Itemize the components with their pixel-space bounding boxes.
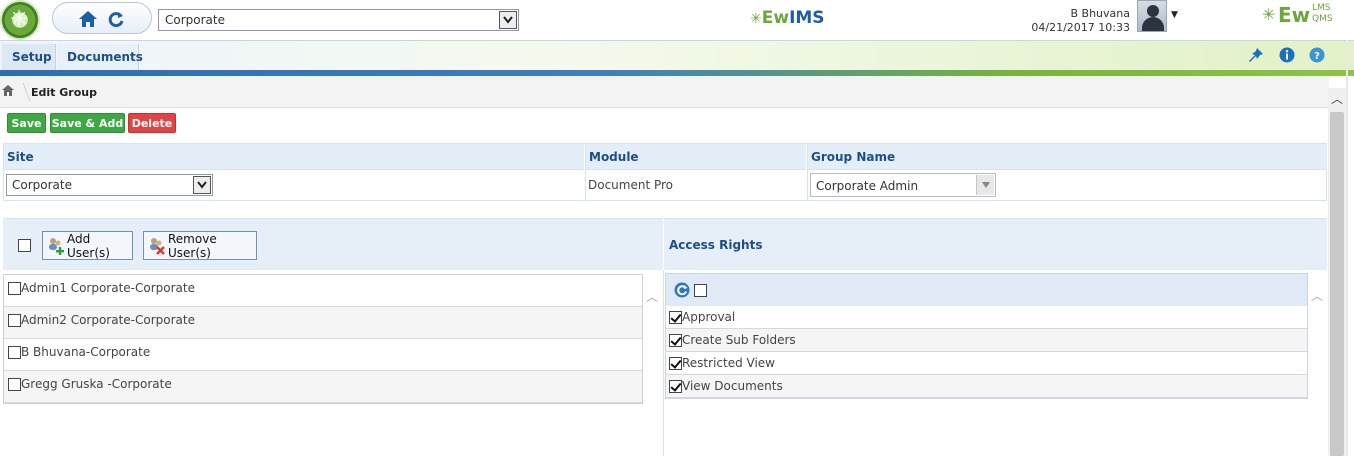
site-dropdown[interactable]: Corporate (6, 174, 213, 196)
right-checkbox[interactable] (669, 334, 682, 347)
group-form: Site Module Group Name Corporate Documen… (3, 143, 1327, 201)
right-name-label: Approval (682, 310, 736, 324)
app-logo[interactable]: ✳ (0, 0, 40, 40)
panel-divider (663, 270, 664, 456)
page-edge (1346, 40, 1348, 456)
brand-lms-text: LMS (1312, 3, 1331, 13)
access-rights-title: Access Rights (669, 238, 763, 252)
remove-users-label: Remove User(s) (168, 231, 217, 260)
triangle-down-icon[interactable] (976, 175, 994, 195)
star-icon: ✳ (750, 11, 762, 27)
select-all-rights-checkbox[interactable] (694, 284, 707, 297)
refresh-icon[interactable] (674, 282, 690, 298)
brand-right-ew-text: Ew (1278, 3, 1311, 27)
site-dropdown-top[interactable]: Corporate (158, 9, 519, 31)
chevron-up-icon[interactable]: ︿ (1311, 287, 1323, 304)
save-and-add-button[interactable]: Save & Add (50, 113, 125, 133)
user-checkbox[interactable] (8, 314, 21, 327)
brand-qms-text: QMS (1312, 14, 1333, 24)
top-header: ✳ Corporate ✳EwIMS B Bhuvana 04/21/2017 … (0, 0, 1354, 40)
users-scrollbar[interactable]: ︿ (643, 274, 661, 404)
tab-documents[interactable]: Documents (57, 44, 143, 70)
list-item[interactable]: View Documents (666, 375, 1307, 398)
tab-setup[interactable]: Setup (2, 44, 56, 70)
user-name-label: Gregg Gruska -Corporate (21, 377, 172, 391)
group-name-value-cell: Corporate Admin (807, 170, 1327, 201)
chevron-down-icon[interactable] (499, 11, 517, 29)
list-item[interactable]: Approval (666, 306, 1307, 329)
save-button[interactable]: Save (7, 113, 46, 133)
remove-user-icon (148, 236, 166, 256)
list-item[interactable]: Gregg Gruska -Corporate (4, 371, 642, 403)
avatar[interactable] (1137, 0, 1167, 32)
user-checkbox[interactable] (8, 378, 21, 391)
user-name-label: Admin1 Corporate-Corporate (21, 281, 195, 295)
pin-icon[interactable] (1247, 46, 1265, 64)
list-item[interactable]: B Bhuvana-Corporate (4, 339, 642, 371)
breadcrumb: Edit Group (0, 76, 1329, 108)
site-label: Site (4, 144, 584, 170)
menu-bar: Setup Documents ? (0, 40, 1354, 72)
right-checkbox[interactable] (669, 380, 682, 393)
right-name-label: View Documents (682, 379, 783, 393)
nav-pill (52, 2, 152, 34)
user-name: B Bhuvana (1070, 7, 1131, 20)
user-checkbox[interactable] (8, 282, 21, 295)
add-users-button[interactable]: Add User(s) (42, 231, 133, 260)
group-name-dropdown-value: Corporate Admin (816, 179, 919, 193)
chevron-up-icon[interactable]: ︿ (1330, 90, 1344, 106)
add-users-label: Add User(s) (67, 231, 110, 260)
right-checkbox[interactable] (669, 311, 682, 324)
list-item[interactable]: Create Sub Folders (666, 329, 1307, 352)
list-item[interactable]: Admin1 Corporate-Corporate (4, 275, 642, 307)
user-name-label: B Bhuvana-Corporate (21, 345, 151, 359)
add-user-icon (47, 236, 65, 256)
rights-scrollbar[interactable]: ︿ (1308, 273, 1326, 399)
caret-down-icon[interactable]: ▼ (1171, 10, 1178, 20)
brand-ew-text: Ew (761, 8, 790, 28)
help-icon[interactable]: ? (1308, 46, 1326, 64)
users-toolbar: Add User(s) Remove User(s) (3, 218, 663, 270)
delete-button[interactable]: Delete (128, 113, 176, 133)
module-label: Module (585, 144, 806, 170)
group-name-label: Group Name (807, 144, 1327, 170)
right-name-label: Create Sub Folders (682, 333, 796, 347)
list-item[interactable]: Admin2 Corporate-Corporate (4, 307, 642, 339)
ewqms-logo: ✳ Ew LMS QMS (1262, 3, 1342, 33)
right-name-label: Restricted View (682, 356, 775, 370)
scrollbar-thumb[interactable] (1330, 112, 1344, 456)
user-checkbox[interactable] (8, 346, 21, 359)
remove-users-button[interactable]: Remove User(s) (143, 231, 257, 260)
access-rights-header: Access Rights (664, 218, 1327, 270)
access-rights-list: Approval Create Sub Folders Restricted V… (665, 273, 1308, 399)
info-icon[interactable] (1278, 46, 1296, 64)
module-value: Document Pro (585, 170, 806, 201)
home-icon[interactable] (2, 85, 14, 99)
group-name-dropdown[interactable]: Corporate Admin (810, 173, 996, 197)
access-rights-toolbar (666, 274, 1307, 306)
home-icon[interactable] (77, 9, 99, 29)
site-dropdown-value: Corporate (12, 178, 72, 192)
user-datetime: 04/21/2017 10:33 (1031, 21, 1130, 34)
site-dropdown-top-value: Corporate (165, 13, 225, 27)
brand-ims-text: IMS (789, 8, 825, 28)
breadcrumb-separator (13, 83, 31, 101)
chevron-down-icon[interactable] (193, 176, 211, 194)
svg-text:?: ? (1314, 51, 1320, 62)
right-checkbox[interactable] (669, 357, 682, 370)
user-name-label: Admin2 Corporate-Corporate (21, 313, 195, 327)
site-value-cell: Corporate (4, 170, 584, 201)
star-icon: ✳ (1262, 5, 1276, 24)
chevron-up-icon[interactable]: ︿ (646, 288, 658, 305)
select-all-users-checkbox[interactable] (18, 239, 31, 252)
list-item[interactable]: Restricted View (666, 352, 1307, 375)
ewims-logo: ✳EwIMS (750, 8, 840, 32)
refresh-icon[interactable] (105, 9, 127, 29)
users-list: Admin1 Corporate-Corporate Admin2 Corpor… (3, 274, 643, 404)
page-title: Edit Group (31, 86, 97, 99)
